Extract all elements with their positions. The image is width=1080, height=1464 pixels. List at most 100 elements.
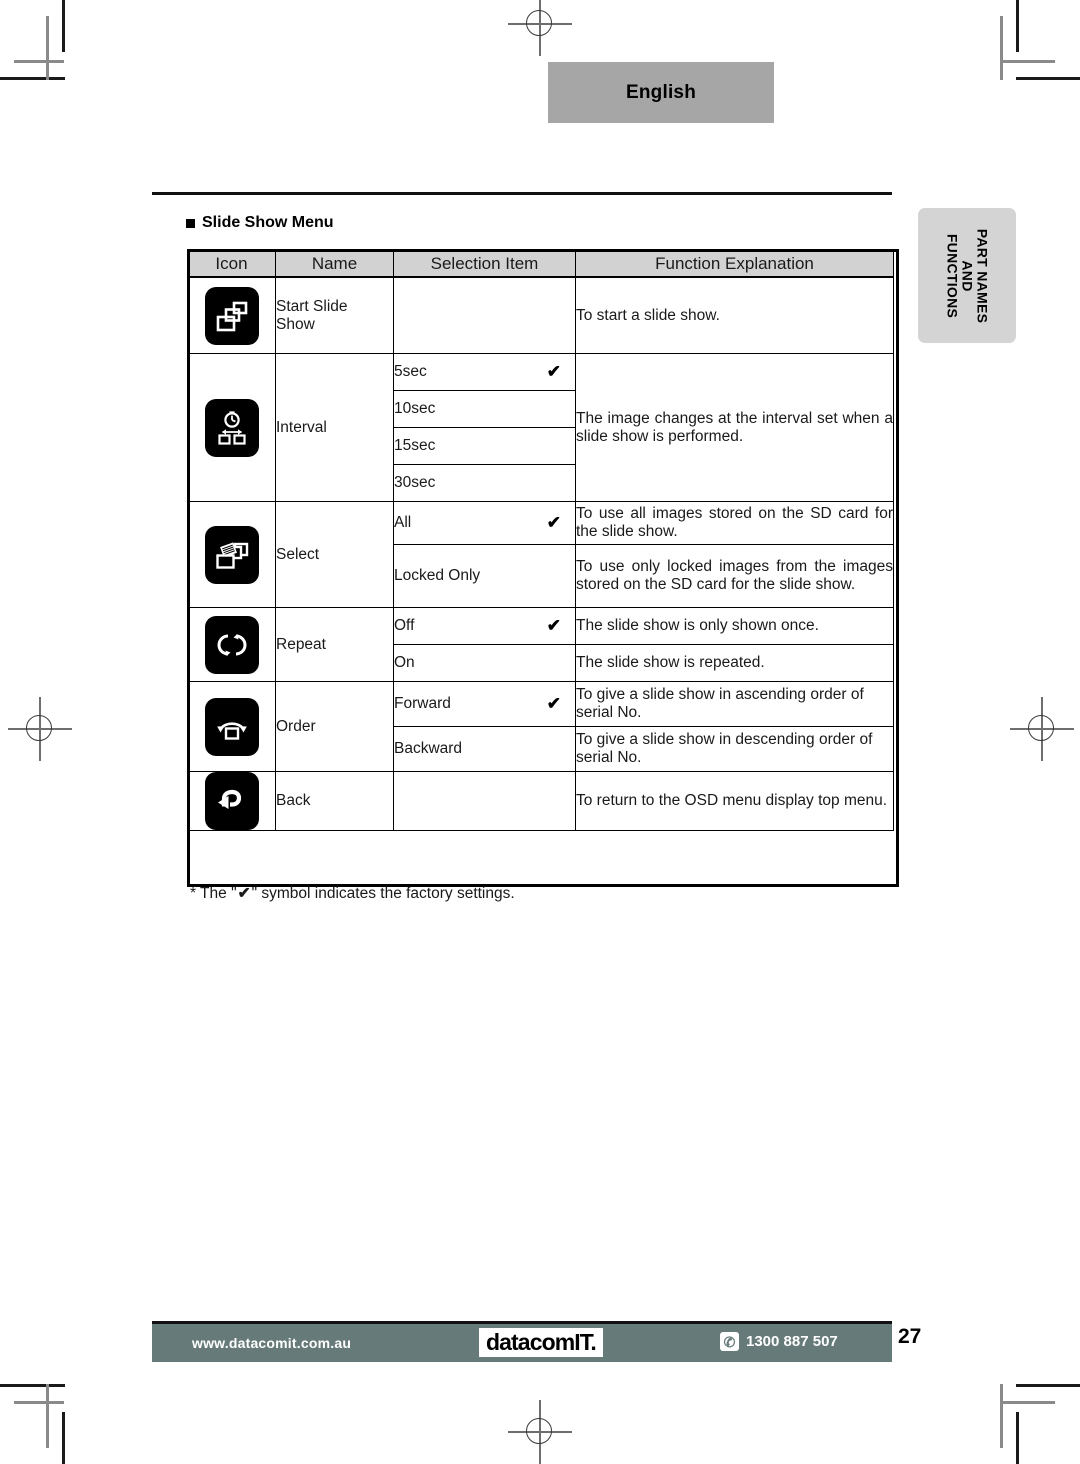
factory-default-check-icon: ✔ xyxy=(546,362,561,381)
crop-mark-tr-gray-h xyxy=(1003,60,1055,63)
side-tab-line-2: AND xyxy=(959,259,976,292)
cascading-slides-icon xyxy=(204,286,259,345)
factory-settings-footnote: * The " ✔ " symbol indicates the factory… xyxy=(190,884,515,903)
table-row: Repeat Off ✔ The slide show is only show… xyxy=(187,607,894,682)
crop-mark-tl-black-h xyxy=(0,77,65,80)
explanation-order-forward: To give a slide show in ascending order … xyxy=(575,681,894,727)
row-name-select: Select xyxy=(275,501,394,608)
column-header-selection-item: Selection Item xyxy=(393,249,576,278)
explanation-interval: The image changes at the interval set wh… xyxy=(575,353,894,502)
footer-phone: ✆ 1300 887 507 xyxy=(720,1332,838,1351)
crop-mark-tr-black-v xyxy=(1016,0,1019,52)
selection-interval-10sec: 10sec xyxy=(393,390,576,428)
side-tab-line-1: PART NAMES xyxy=(974,228,991,323)
selection-label: 30sec xyxy=(394,474,436,491)
selection-interval-15sec: 15sec xyxy=(393,427,576,465)
selection-label: All xyxy=(394,514,412,531)
check-mark-icon: ✔ xyxy=(237,885,251,902)
table-row: Select All ✔ To use all images stored on… xyxy=(187,501,894,608)
footer-banner: www.datacomit.com.au datacomIT. ✆ 1300 8… xyxy=(152,1321,892,1362)
repeat-loop-icon xyxy=(204,615,259,674)
selection-repeat-on: On xyxy=(393,644,576,682)
table-row: Back To return to the OSD menu display t… xyxy=(187,771,894,831)
selection-select-locked-only: Locked Only xyxy=(393,544,576,608)
phone-icon: ✆ xyxy=(720,1332,739,1351)
row-name-order: Order xyxy=(275,681,394,772)
crop-mark-tr-gray-v xyxy=(1000,16,1003,80)
datacomit-logo: datacomIT. xyxy=(479,1328,603,1357)
crop-mark-bl-black-v xyxy=(62,1412,65,1464)
section-heading: Slide Show Menu xyxy=(186,214,334,232)
selection-repeat-off: Off ✔ xyxy=(393,607,576,645)
crop-mark-tl-gray-h xyxy=(14,60,64,63)
selection-label: 5sec xyxy=(394,363,427,380)
row-name-interval: Interval xyxy=(275,353,394,502)
crop-mark-br-black-h xyxy=(1016,1384,1080,1387)
crop-mark-br-gray-v xyxy=(1000,1384,1003,1448)
crop-mark-br-gray-h xyxy=(1003,1401,1055,1404)
footnote-prefix: * The " xyxy=(190,884,237,902)
factory-default-check-icon: ✔ xyxy=(546,694,561,713)
select-images-icon xyxy=(204,525,259,584)
selection-label: Forward xyxy=(394,695,451,712)
column-header-name: Name xyxy=(275,249,394,278)
table-row: Interval 5sec ✔ The image changes at the… xyxy=(187,353,894,502)
row-name-line-2: Show xyxy=(276,315,315,333)
icon-cell-interval xyxy=(187,353,276,502)
factory-default-check-icon: ✔ xyxy=(546,616,561,635)
registration-mark-right xyxy=(1010,697,1074,761)
stopwatch-interval-icon xyxy=(204,398,259,457)
side-index-tab: PART NAMES AND FUNCTIONS xyxy=(918,208,1016,343)
crop-mark-tl-black-v xyxy=(62,0,65,52)
side-index-tab-label: PART NAMES AND FUNCTIONS xyxy=(944,228,991,323)
selection-interval-30sec: 30sec xyxy=(393,464,576,502)
selection-label: Backward xyxy=(394,740,463,757)
icon-cell-order xyxy=(187,681,276,772)
square-bullet-icon xyxy=(186,218,195,228)
registration-mark-left xyxy=(8,697,72,761)
table-header-row: Icon Name Selection Item Function Explan… xyxy=(187,249,894,278)
selection-label: On xyxy=(394,654,415,671)
back-return-icon xyxy=(204,772,259,830)
order-arrow-icon xyxy=(204,697,259,756)
icon-cell-repeat xyxy=(187,607,276,682)
explanation-repeat-on: The slide show is repeated. xyxy=(575,644,894,682)
selection-select-all: All ✔ xyxy=(393,501,576,545)
explanation-select-locked-only: To use only locked images from the image… xyxy=(575,544,894,608)
explanation-repeat-off: The slide show is only shown once. xyxy=(575,607,894,645)
language-tab: English xyxy=(548,62,774,123)
registration-mark-bottom xyxy=(508,1400,572,1464)
crop-mark-bl-gray-v xyxy=(46,1384,49,1448)
table-row: Order Forward ✔ To give a slide show in … xyxy=(187,681,894,772)
crop-mark-bl-black-h xyxy=(0,1384,65,1387)
explanation-order-backward: To give a slide show in descending order… xyxy=(575,726,894,772)
icon-cell-back xyxy=(187,771,276,831)
crop-mark-tl-gray-v xyxy=(46,16,49,80)
icon-cell-start-slide-show xyxy=(187,277,276,354)
footer-phone-number: 1300 887 507 xyxy=(746,1333,838,1350)
row-name-back: Back xyxy=(275,771,394,831)
column-header-function-explanation: Function Explanation xyxy=(575,249,894,278)
selection-label: Locked Only xyxy=(394,567,481,584)
selection-label: 10sec xyxy=(394,400,436,417)
crop-mark-br-black-v xyxy=(1016,1412,1019,1464)
row-name-start-slide-show: Start Slide Show xyxy=(275,277,394,354)
factory-default-check-icon: ✔ xyxy=(546,513,561,532)
row-name-repeat: Repeat xyxy=(275,607,394,682)
explanation-back: To return to the OSD menu display top me… xyxy=(575,771,894,831)
column-header-icon: Icon xyxy=(187,249,276,278)
footer-website-url[interactable]: www.datacomit.com.au xyxy=(192,1335,351,1351)
page-number: 27 xyxy=(898,1325,922,1348)
side-tab-line-3: FUNCTIONS xyxy=(944,233,961,318)
row-name-line-1: Start Slide xyxy=(276,297,348,315)
page-top-rule xyxy=(152,192,892,195)
footnote-suffix: " symbol indicates the factory settings. xyxy=(251,884,515,902)
selection-interval-5sec: 5sec ✔ xyxy=(393,353,576,391)
crop-mark-bl-gray-h xyxy=(14,1401,64,1404)
icon-cell-select xyxy=(187,501,276,608)
explanation-select-all: To use all images stored on the SD card … xyxy=(575,501,894,545)
selection-cell-empty-back xyxy=(393,771,576,831)
slide-show-menu-table: Icon Name Selection Item Function Explan… xyxy=(187,249,894,831)
crop-mark-tr-black-h xyxy=(1016,77,1080,80)
selection-label: Off xyxy=(394,617,415,634)
